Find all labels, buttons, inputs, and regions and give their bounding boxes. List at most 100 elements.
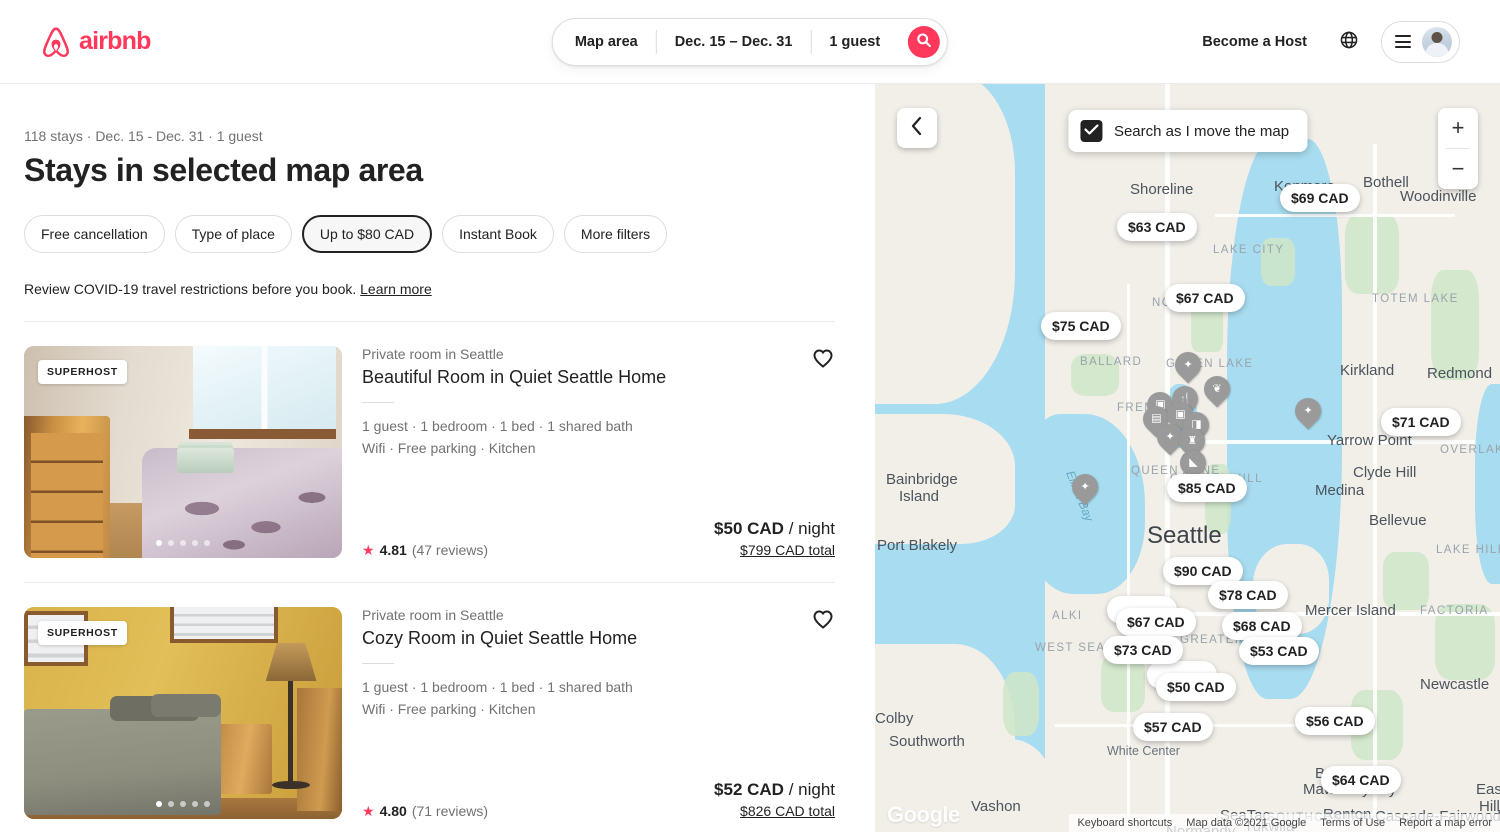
map-label: Hill: [1479, 798, 1500, 815]
price-total[interactable]: $799 CAD total: [714, 542, 835, 558]
map-label: Mercer Island: [1305, 602, 1396, 619]
map-price-pin[interactable]: $67 CAD: [1165, 284, 1245, 312]
map-overlay: ShorelineKenmoreBothellWoodinvilleLAKE C…: [875, 84, 1500, 832]
filter-chip-row: Free cancellation Type of place Up to $80 …: [24, 215, 835, 253]
search-as-i-move-toggle[interactable]: Search as I move the map: [1067, 110, 1308, 152]
map-price-pin[interactable]: $71 CAD: [1381, 408, 1461, 436]
poi-glyph: ❦: [1212, 382, 1222, 395]
listing-rating: ★ 4.81 (47 reviews): [362, 542, 488, 558]
filter-chip-1[interactable]: Type of place: [174, 215, 292, 253]
map-label: Port Blakely: [877, 537, 958, 554]
star-icon: ★: [362, 542, 375, 558]
header-actions: Become a Host: [1188, 20, 1460, 63]
page-body: 118 stays · Dec. 15 - Dec. 31 · 1 guest …: [0, 84, 1500, 832]
poi-glyph: ✦: [1303, 404, 1313, 417]
search-as-i-move-checkbox[interactable]: [1079, 120, 1102, 142]
map-price-pin[interactable]: $67 CAD: [1116, 608, 1196, 636]
listing-price-block: $50 CAD / night $799 CAD total: [714, 519, 835, 558]
map-zoom-in-button[interactable]: +: [1438, 108, 1478, 148]
map-price-pin[interactable]: $68 CAD: [1222, 612, 1302, 640]
poi-glyph: ♜: [1187, 434, 1197, 447]
map-price-pin[interactable]: $75 CAD: [1041, 312, 1121, 340]
listing-facts-line-1: 1 guest · 1 bedroom · 1 bed · 1 shared b…: [362, 418, 633, 435]
map-label: ALKI: [1052, 610, 1083, 622]
star-icon: ★: [362, 803, 375, 819]
map-back-button[interactable]: [897, 108, 937, 148]
covid-learn-more-link[interactable]: Learn more: [360, 281, 432, 297]
listing-facts-line-1: 1 guest · 1 bedroom · 1 bed · 1 shared b…: [362, 679, 633, 696]
listing-photo[interactable]: SUPERHOST: [24, 346, 342, 558]
listing-title[interactable]: Beautiful Room in Quiet Seattle Home: [362, 366, 799, 389]
search-submit-button[interactable]: [908, 25, 941, 58]
filter-chip-0[interactable]: Free cancellation: [24, 215, 165, 253]
map-label: Newcastle: [1420, 676, 1490, 693]
listing-facts: 1 guest · 1 bedroom · 1 bed · 1 shared b…: [362, 416, 835, 459]
listing-title[interactable]: Cozy Room in Quiet Seattle Home: [362, 627, 799, 650]
map-price-pin[interactable]: $64 CAD: [1321, 766, 1401, 794]
listing-info: Private room in Seattle Beautiful Room i…: [362, 346, 835, 558]
rating-value: 4.81: [379, 542, 407, 558]
search-dates[interactable]: Dec. 15 – Dec. 31: [657, 19, 811, 65]
logo-text: airbnb: [79, 27, 151, 55]
sparkle-icon[interactable]: ✦: [1169, 346, 1207, 384]
language-globe-button[interactable]: [1329, 22, 1369, 62]
map-label: Medina: [1315, 482, 1365, 499]
map-footer-link-2[interactable]: Terms of Use: [1320, 817, 1385, 829]
map-price-pin[interactable]: $69 CAD: [1280, 184, 1360, 212]
price-total[interactable]: $826 CAD total: [714, 803, 835, 819]
sparkle-icon[interactable]: ✦: [1289, 392, 1327, 430]
map-zoom-out-button[interactable]: −: [1438, 149, 1478, 189]
map-label: TOTEM LAKE: [1372, 293, 1459, 305]
photo-carousel-dots[interactable]: [156, 801, 210, 807]
map-footer-link-1[interactable]: Map data ©2021 Google: [1186, 817, 1306, 829]
map-label: FACTORIA: [1420, 605, 1489, 617]
listing-card[interactable]: SUPERHOST Private room in Seattle Cozy R…: [24, 583, 835, 832]
map-price-pin[interactable]: $85 CAD: [1167, 474, 1247, 502]
listing-header: Private room in Seattle Cozy Room in Qui…: [362, 607, 835, 650]
airbnb-logo[interactable]: airbnb: [40, 25, 151, 59]
listing-footer: ★ 4.80 (71 reviews) $52 CAD / night $826…: [362, 780, 835, 819]
map-label: OVERLAKE: [1440, 444, 1500, 456]
listing-price-block: $52 CAD / night $826 CAD total: [714, 780, 835, 819]
sparkle-icon[interactable]: ✦: [1066, 468, 1104, 506]
map-footer-link-0[interactable]: Keyboard shortcuts: [1077, 817, 1172, 829]
map-zoom-controls: + −: [1438, 108, 1478, 189]
map-price-pin[interactable]: $50 CAD: [1156, 673, 1236, 701]
user-menu-button[interactable]: [1381, 20, 1460, 63]
map-price-pin[interactable]: $63 CAD: [1117, 213, 1197, 241]
map-label: Redmond: [1427, 365, 1493, 382]
map-label: Kirkland: [1340, 362, 1395, 379]
map-price-pin[interactable]: $56 CAD: [1295, 707, 1375, 735]
map-label: Bainbridge: [886, 471, 958, 488]
become-a-host-link[interactable]: Become a Host: [1188, 22, 1321, 62]
listing-photo[interactable]: SUPERHOST: [24, 607, 342, 819]
poi-glyph: ◣: [1188, 456, 1198, 469]
map-label: LAKE CITY: [1213, 244, 1285, 256]
map-footer-link-3[interactable]: Report a map error: [1399, 817, 1492, 829]
map-label: Colby: [875, 710, 914, 727]
map-price-pin[interactable]: $78 CAD: [1208, 581, 1288, 609]
airbnb-belo-icon: [40, 25, 72, 59]
poi-glyph: ▤: [1150, 412, 1162, 425]
search-location[interactable]: Map area: [553, 19, 656, 65]
map-price-pin[interactable]: $53 CAD: [1239, 637, 1319, 665]
page-title: Stays in selected map area: [24, 152, 423, 188]
map-panel[interactable]: ShorelineKenmoreBothellWoodinvilleLAKE C…: [875, 84, 1500, 832]
map-attribution-bar: Keyboard shortcuts Map data ©2021 Google T…: [1069, 814, 1500, 832]
search-guests[interactable]: 1 guest: [811, 19, 898, 65]
search-bar[interactable]: Map area Dec. 15 – Dec. 31 1 guest: [551, 17, 949, 66]
filter-chip-4[interactable]: More filters: [563, 215, 668, 253]
photo-carousel-dots[interactable]: [156, 540, 210, 546]
listing-card[interactable]: SUPERHOST Private room in Seattle Beauti…: [24, 322, 835, 583]
map-label: Southworth: [889, 733, 965, 750]
map-price-pin[interactable]: $73 CAD: [1103, 636, 1183, 664]
save-heart-icon[interactable]: [811, 607, 835, 631]
save-heart-icon[interactable]: [811, 346, 835, 370]
map-label: Seattle: [1147, 522, 1222, 549]
map-price-pin[interactable]: $57 CAD: [1133, 713, 1213, 741]
covid-notice: Review COVID-19 travel restrictions befo…: [24, 281, 835, 297]
leaf-icon[interactable]: ❦: [1198, 370, 1236, 408]
filter-chip-2[interactable]: Up to $80 CAD: [301, 215, 433, 253]
poi-glyph: ✦: [1165, 430, 1175, 443]
filter-chip-3[interactable]: Instant Book: [442, 215, 554, 253]
